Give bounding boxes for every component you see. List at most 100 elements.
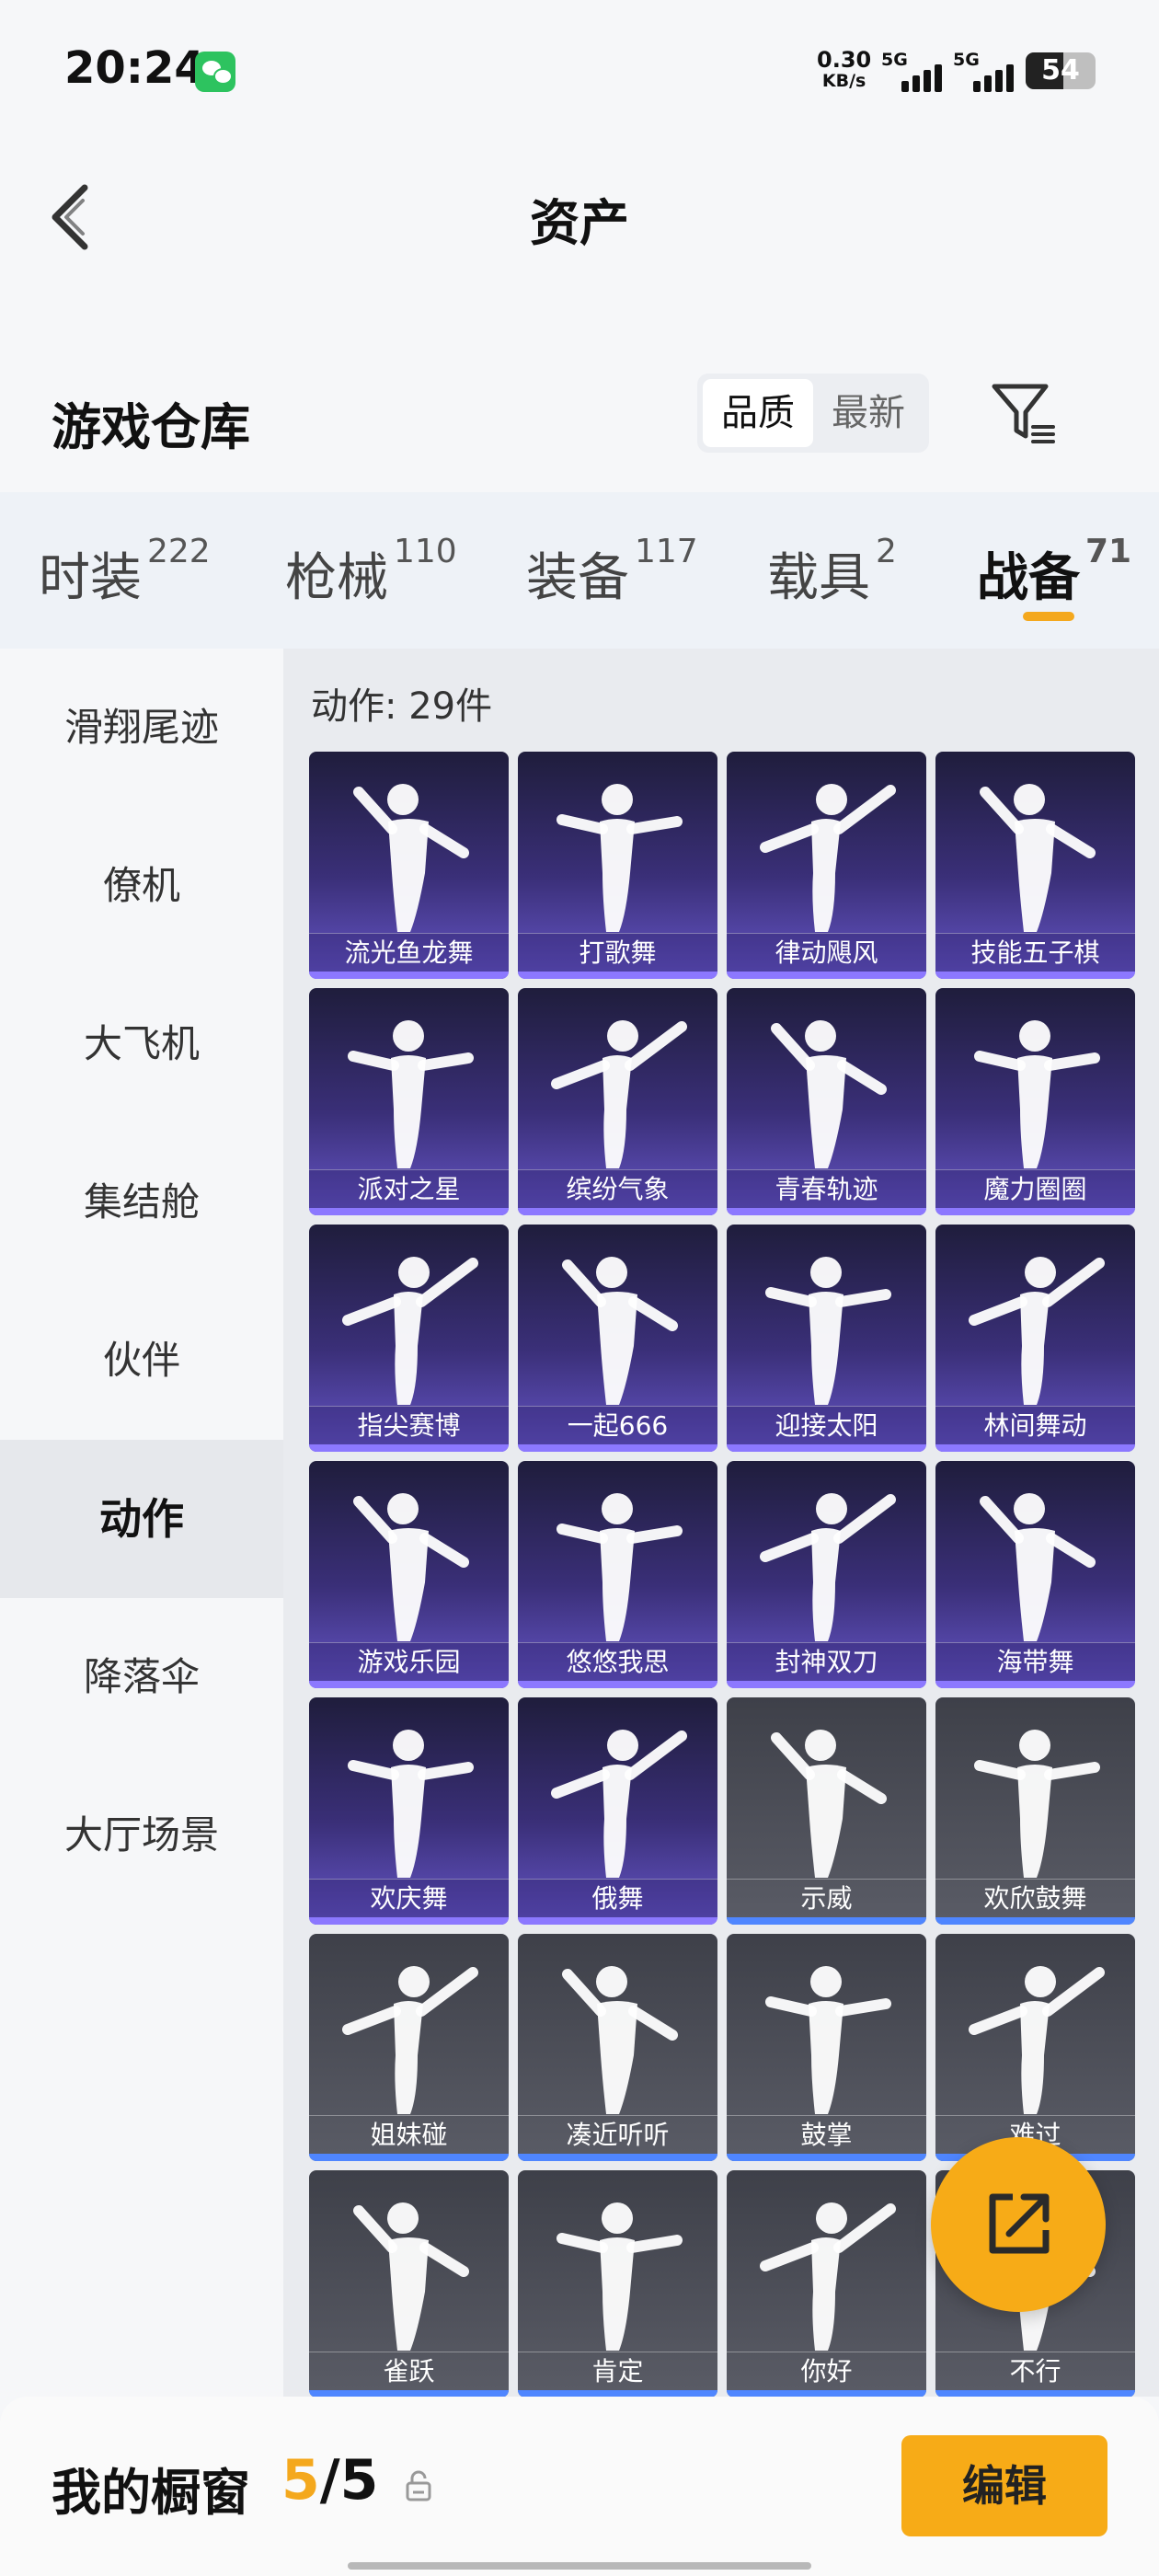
emote-name: 一起666: [518, 1406, 717, 1444]
item-count-label: 动作: 29件: [311, 685, 493, 728]
dance-figure-icon: [562, 1966, 678, 2114]
tab-label: 装备: [526, 548, 629, 608]
signal-type-label: 5G: [881, 50, 908, 70]
sidebar-item-parachute[interactable]: 降落伞: [0, 1598, 283, 1756]
card-bottom-edge: [727, 1681, 926, 1688]
tab-count: 117: [635, 533, 698, 570]
emote-card[interactable]: 你好: [727, 2170, 926, 2398]
category-tabs: 时装 222 枪械 110 装备 117 载具 2 战备 71: [0, 492, 1159, 649]
emote-card[interactable]: 鼓掌: [727, 1934, 926, 2161]
signal-bar: [1006, 64, 1014, 92]
share-external-icon: [989, 2193, 1050, 2254]
sidebar-item-emotes[interactable]: 动作: [0, 1440, 283, 1598]
emote-card[interactable]: 姐妹碰: [309, 1934, 509, 2161]
dance-figure-icon: [771, 1020, 887, 1168]
dance-figure-icon: [765, 1966, 891, 2114]
tab-vehicles[interactable]: 载具 2: [767, 533, 897, 611]
emote-card[interactable]: 律动飓风: [727, 752, 926, 979]
emote-card[interactable]: 欢庆舞: [309, 1697, 509, 1925]
dance-figure-icon: [760, 1493, 896, 1641]
emote-card[interactable]: 凑近听听: [518, 1934, 717, 2161]
tab-label: 时装: [39, 548, 142, 608]
tab-count: 110: [394, 533, 457, 570]
emote-card[interactable]: 肯定: [518, 2170, 717, 2398]
card-bottom-edge: [309, 1444, 509, 1452]
sidebar-item-big-plane[interactable]: 大飞机: [0, 965, 283, 1123]
signal-bar: [984, 75, 992, 92]
dance-figure-icon: [551, 1730, 687, 1878]
card-bottom-edge: [935, 1444, 1135, 1452]
dance-figure-icon: [760, 2202, 896, 2351]
card-bottom-edge: [727, 2154, 926, 2161]
signal-type-label: 5G: [953, 50, 980, 70]
emote-card[interactable]: 海带舞: [935, 1461, 1135, 1688]
dance-figure-icon: [353, 2202, 469, 2351]
emote-card[interactable]: 封神双刀: [727, 1461, 926, 1688]
edit-button[interactable]: 编辑: [901, 2435, 1107, 2536]
dance-figure-icon: [980, 784, 1096, 932]
emote-name: 俄舞: [518, 1879, 717, 1917]
emote-card[interactable]: 青春轨迹: [727, 988, 926, 1215]
tab-combat-prep[interactable]: 战备 71: [977, 533, 1132, 611]
dance-figure-icon: [969, 1257, 1105, 1405]
showcase-current: 5: [281, 2448, 320, 2513]
tab-label: 载具: [767, 548, 870, 608]
card-bottom-edge: [727, 1917, 926, 1925]
emote-name: 不行: [935, 2352, 1135, 2390]
dance-figure-icon: [760, 784, 896, 932]
tab-equipment[interactable]: 装备 117: [526, 533, 698, 611]
card-bottom-edge: [935, 1208, 1135, 1215]
filter-icon[interactable]: [989, 379, 1057, 445]
card-bottom-edge: [727, 1208, 926, 1215]
sort-option-newest[interactable]: 最新: [813, 379, 924, 447]
dance-figure-icon: [353, 1493, 469, 1641]
signal-bar: [973, 81, 981, 92]
emote-card[interactable]: 一起666: [518, 1225, 717, 1452]
dance-figure-icon: [980, 1493, 1096, 1641]
sidebar-item-wingman[interactable]: 僚机: [0, 807, 283, 965]
emote-name: 派对之星: [309, 1169, 509, 1208]
card-bottom-edge: [309, 2154, 509, 2161]
dance-figure-icon: [765, 1257, 891, 1405]
card-bottom-edge: [935, 1681, 1135, 1688]
emote-card[interactable]: 流光鱼龙舞: [309, 752, 509, 979]
tab-fashion[interactable]: 时装 222: [39, 533, 211, 611]
sort-option-quality[interactable]: 品质: [703, 379, 813, 447]
emote-card[interactable]: 难过: [935, 1934, 1135, 2161]
emote-name: 林间舞动: [935, 1406, 1135, 1444]
card-bottom-edge: [309, 972, 509, 979]
sidebar-item-lobby-scene[interactable]: 大厅场景: [0, 1756, 283, 1915]
active-tab-indicator: [1023, 612, 1074, 621]
emote-card[interactable]: 示威: [727, 1697, 926, 1925]
emote-name: 指尖赛博: [309, 1406, 509, 1444]
emote-card[interactable]: 林间舞动: [935, 1225, 1135, 1452]
signal-bar: [912, 75, 920, 92]
emote-card[interactable]: 技能五子棋: [935, 752, 1135, 979]
emote-card[interactable]: 欢欣鼓舞: [935, 1697, 1135, 1925]
emote-card[interactable]: 缤纷气象: [518, 988, 717, 1215]
emote-card[interactable]: 悠悠我思: [518, 1461, 717, 1688]
showcase-count: 5/5: [281, 2448, 378, 2513]
sidebar-item-assembly-pod[interactable]: 集结舱: [0, 1123, 283, 1282]
dance-figure-icon: [348, 1020, 474, 1168]
emote-name: 封神双刀: [727, 1642, 926, 1681]
emote-name: 流光鱼龙舞: [309, 933, 509, 972]
tab-firearms[interactable]: 枪械 110: [285, 533, 457, 611]
emote-card[interactable]: 迎接太阳: [727, 1225, 926, 1452]
emote-card[interactable]: 雀跃: [309, 2170, 509, 2398]
showcase-total: 5: [339, 2448, 379, 2513]
emote-name: 欢庆舞: [309, 1879, 509, 1917]
sidebar-item-glide-trail[interactable]: 滑翔尾迹: [0, 649, 283, 807]
emote-card[interactable]: 派对之星: [309, 988, 509, 1215]
sidebar-item-companion[interactable]: 伙伴: [0, 1282, 283, 1440]
share-button[interactable]: [931, 2137, 1106, 2312]
sidebar: 滑翔尾迹 僚机 大飞机 集结舱 伙伴 动作 降落伞 大厅场景: [0, 649, 283, 2397]
dance-figure-icon: [771, 1730, 887, 1878]
emote-card[interactable]: 指尖赛博: [309, 1225, 509, 1452]
emote-card[interactable]: 游戏乐园: [309, 1461, 509, 1688]
tab-count: 71: [1085, 533, 1132, 570]
emote-card[interactable]: 打歌舞: [518, 752, 717, 979]
emote-card[interactable]: 俄舞: [518, 1697, 717, 1925]
tab-label: 战备: [977, 548, 1080, 608]
emote-card[interactable]: 魔力圈圈: [935, 988, 1135, 1215]
